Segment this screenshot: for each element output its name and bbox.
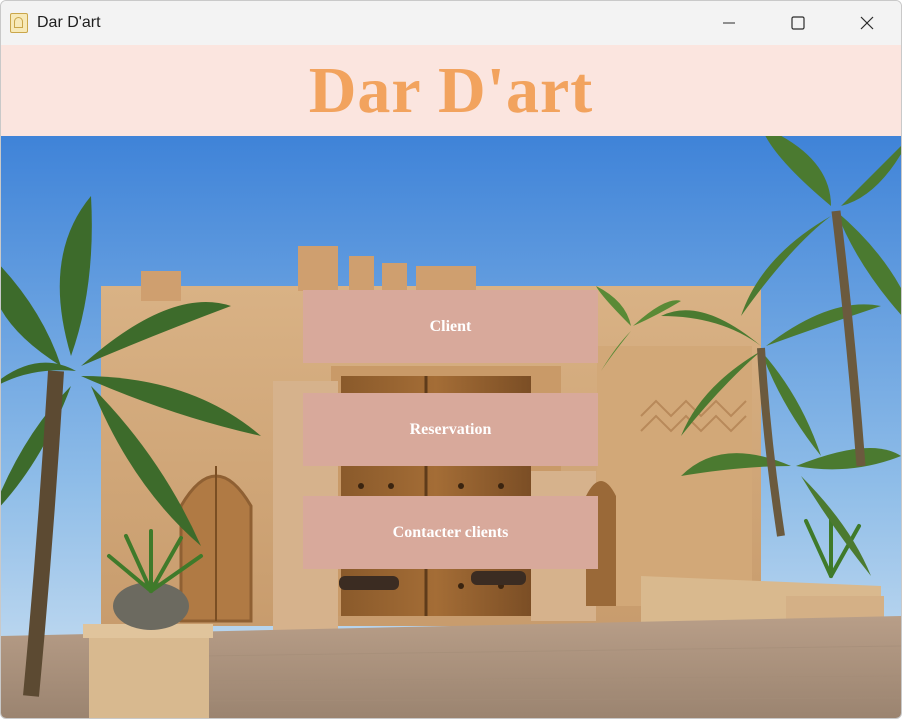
app-window: Dar D'art Dar D'art Client Reservation C… — [0, 0, 902, 719]
minimize-button[interactable] — [694, 1, 763, 45]
window-title: Dar D'art — [37, 14, 101, 31]
client-button[interactable]: Client — [303, 290, 598, 363]
maximize-icon — [790, 16, 805, 30]
app-heading: Dar D'art — [308, 53, 594, 127]
maximize-button[interactable] — [763, 1, 832, 45]
close-icon — [860, 16, 873, 30]
building-icon — [10, 13, 28, 33]
title-bar[interactable]: Dar D'art — [1, 1, 901, 45]
close-button[interactable] — [832, 1, 901, 45]
reservation-button[interactable]: Reservation — [303, 393, 598, 466]
contact-clients-button[interactable]: Contacter clients — [303, 496, 598, 569]
header-band: Dar D'art — [1, 45, 901, 136]
window-controls — [694, 1, 901, 45]
minimize-icon — [722, 22, 735, 24]
